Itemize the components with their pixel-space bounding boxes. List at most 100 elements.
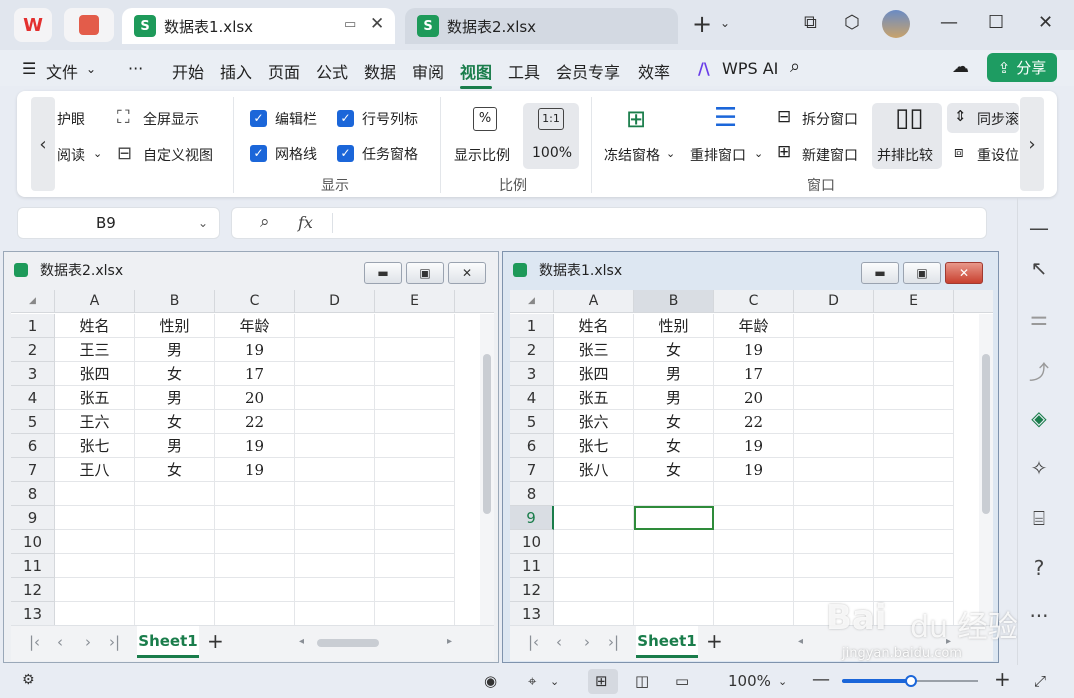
cube-icon[interactable]: ⬡: [844, 12, 860, 33]
column-header[interactable]: E: [375, 290, 455, 313]
menu-review[interactable]: 审阅: [412, 59, 444, 83]
cell[interactable]: 姓名: [55, 314, 135, 338]
cell[interactable]: [554, 530, 634, 554]
cell[interactable]: 姓名: [554, 314, 634, 338]
scroll-left-icon[interactable]: ◂: [299, 636, 304, 647]
menu-formula[interactable]: 公式: [316, 59, 348, 83]
cell[interactable]: [874, 554, 954, 578]
collapse-icon[interactable]: —: [1025, 216, 1053, 240]
cell[interactable]: [554, 554, 634, 578]
cell[interactable]: [634, 554, 714, 578]
select-pointer-icon[interactable]: ↖: [1025, 256, 1053, 280]
cell[interactable]: [375, 482, 455, 506]
zoom-level[interactable]: 100%: [728, 672, 771, 690]
cell[interactable]: 张五: [554, 386, 634, 410]
column-header[interactable]: [455, 290, 494, 313]
cell[interactable]: [794, 338, 874, 362]
zoom-button[interactable]: 显示比例: [454, 145, 510, 165]
row-header[interactable]: 12: [11, 578, 55, 602]
cell[interactable]: 男: [634, 386, 714, 410]
cell[interactable]: [295, 530, 375, 554]
cell[interactable]: [874, 602, 954, 625]
window-minimize-button[interactable]: ▬: [364, 262, 402, 284]
cell[interactable]: 王三: [55, 338, 135, 362]
vertical-scrollbar[interactable]: [979, 314, 993, 625]
cell[interactable]: 女: [634, 338, 714, 362]
cell[interactable]: [295, 434, 375, 458]
column-header[interactable]: D: [295, 290, 375, 313]
cell[interactable]: [55, 506, 135, 530]
cell[interactable]: [794, 362, 874, 386]
row-header[interactable]: 1: [11, 314, 55, 338]
spreadsheet-grid[interactable]: ◢ A B C D E 1 姓名 性别 年龄 2 王三男 19 3 张四女 17 4 张五男 20 5 王六女 22 6 张七…: [11, 290, 494, 625]
row-header[interactable]: 9: [11, 506, 55, 530]
window-restore-button[interactable]: ▣: [406, 262, 444, 284]
hamburger-icon[interactable]: ☰: [22, 59, 36, 78]
cell[interactable]: 19: [215, 458, 295, 482]
chevron-down-icon[interactable]: ⌄: [86, 62, 96, 76]
last-sheet-icon[interactable]: ›|: [608, 633, 619, 651]
sheet-tab[interactable]: Sheet1: [137, 626, 199, 658]
transform-icon[interactable]: ⤴: [1025, 356, 1053, 385]
tab-file-2[interactable]: S 数据表2.xlsx: [405, 8, 678, 44]
cell[interactable]: [295, 386, 375, 410]
cell[interactable]: [55, 578, 135, 602]
horizontal-scroll-thumb[interactable]: [317, 639, 379, 647]
cell[interactable]: 19: [714, 458, 794, 482]
cell[interactable]: [295, 602, 375, 625]
cell[interactable]: 19: [714, 434, 794, 458]
page-layout-icon[interactable]: ◫: [635, 672, 649, 690]
ribbon-scroll-right-icon[interactable]: ›: [1020, 97, 1044, 191]
cell[interactable]: [874, 506, 954, 530]
cell[interactable]: [794, 410, 874, 434]
cell[interactable]: [794, 578, 874, 602]
checkbox-formula-bar[interactable]: ✓: [250, 110, 267, 127]
app-pdf-icon[interactable]: [64, 8, 114, 42]
cell[interactable]: [794, 482, 874, 506]
row-header[interactable]: 8: [510, 482, 554, 506]
select-all-corner[interactable]: ◢: [11, 290, 55, 313]
cell[interactable]: 年龄: [714, 314, 794, 338]
crosshair-icon[interactable]: ⌖: [528, 672, 536, 690]
cell[interactable]: 女: [135, 410, 215, 434]
row-header[interactable]: 8: [11, 482, 55, 506]
chevron-down-icon[interactable]: ⌄: [550, 675, 559, 688]
cell[interactable]: [375, 506, 455, 530]
cell[interactable]: [375, 338, 455, 362]
selected-cell[interactable]: [634, 506, 714, 530]
chevron-down-icon[interactable]: ⌄: [754, 147, 763, 160]
cell[interactable]: [714, 578, 794, 602]
window-close-button[interactable]: ✕: [448, 262, 486, 284]
page-break-icon[interactable]: ▭: [675, 672, 689, 690]
cell[interactable]: [295, 578, 375, 602]
menu-page[interactable]: 页面: [268, 59, 300, 83]
column-header[interactable]: A: [554, 290, 634, 313]
zoom-slider-handle[interactable]: [905, 675, 917, 687]
cell[interactable]: [135, 602, 215, 625]
cell[interactable]: [714, 602, 794, 625]
cell[interactable]: 性别: [634, 314, 714, 338]
column-header[interactable]: E: [874, 290, 954, 313]
maximize-icon[interactable]: ☐: [988, 12, 1004, 33]
cell[interactable]: [794, 386, 874, 410]
cell[interactable]: [375, 578, 455, 602]
cell[interactable]: [135, 578, 215, 602]
cell[interactable]: [375, 386, 455, 410]
new-window-button[interactable]: 新建窗口: [802, 145, 858, 165]
cell[interactable]: 19: [215, 338, 295, 362]
cell[interactable]: [634, 530, 714, 554]
cell[interactable]: [375, 530, 455, 554]
next-sheet-icon[interactable]: ›: [85, 633, 91, 651]
split-window-button[interactable]: 拆分窗口: [802, 109, 858, 129]
cell[interactable]: [794, 314, 874, 338]
cell[interactable]: 王八: [55, 458, 135, 482]
row-header[interactable]: 5: [11, 410, 55, 434]
cell[interactable]: [375, 410, 455, 434]
cell[interactable]: [874, 530, 954, 554]
row-header[interactable]: 7: [510, 458, 554, 482]
cell[interactable]: [135, 506, 215, 530]
select-all-corner[interactable]: ◢: [510, 290, 554, 313]
first-sheet-icon[interactable]: |‹: [528, 633, 539, 651]
cell[interactable]: 17: [215, 362, 295, 386]
column-header[interactable]: D: [794, 290, 874, 313]
